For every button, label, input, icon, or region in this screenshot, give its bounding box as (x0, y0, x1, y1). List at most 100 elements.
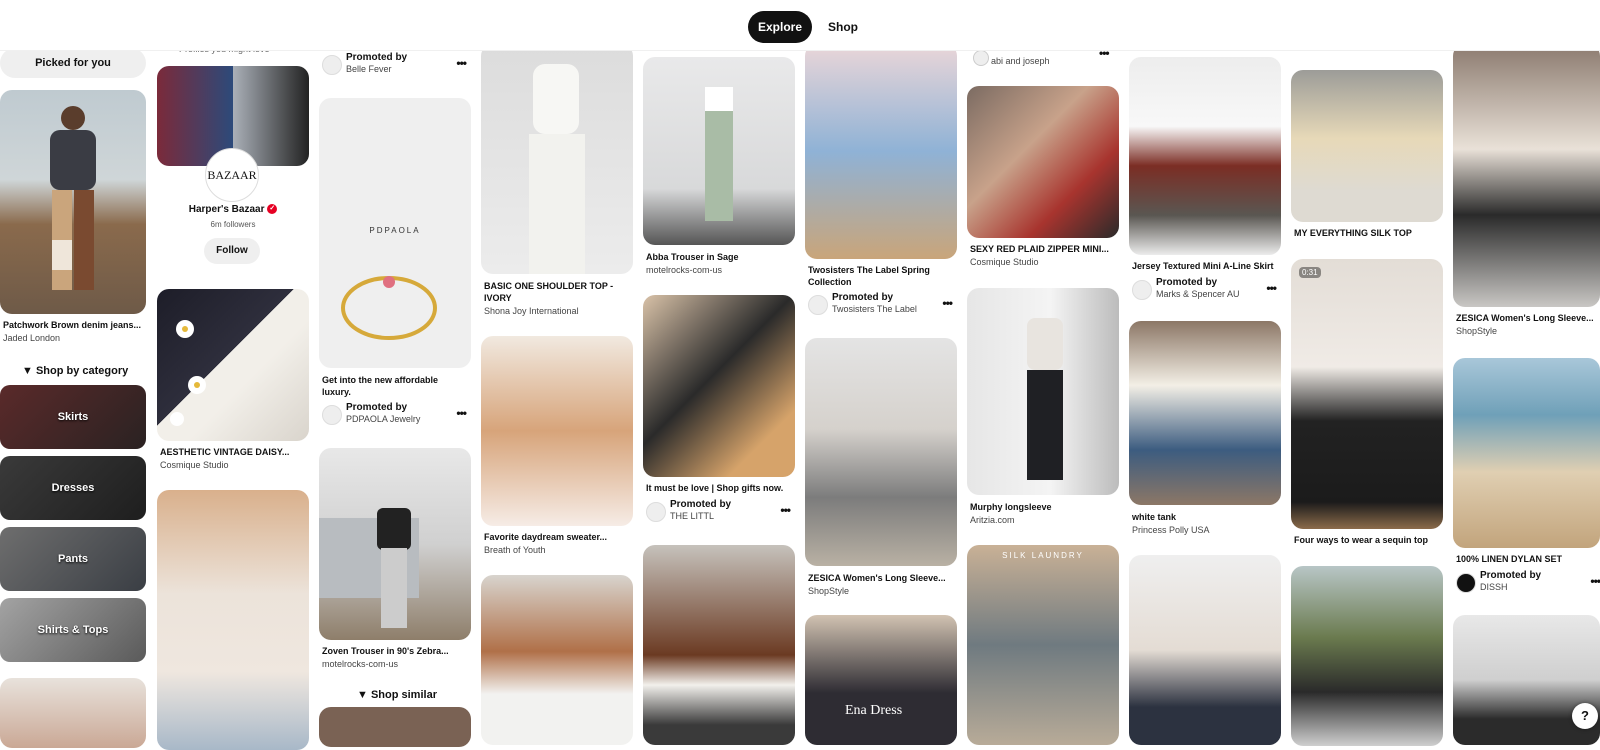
pin-image[interactable] (967, 288, 1119, 495)
pin-title[interactable]: AESTHETIC VINTAGE DAISY... (160, 447, 306, 457)
pin-image[interactable] (643, 57, 795, 245)
pin-image[interactable] (157, 289, 309, 441)
pin-title[interactable]: ZESICA Women's Long Sleeve... (808, 573, 954, 583)
help-button[interactable]: ? (1572, 703, 1598, 729)
video-pin-image[interactable]: 0:31 (1291, 259, 1443, 529)
pin-title-line1[interactable]: Get into the new affordable (322, 375, 468, 385)
category-skirts[interactable]: Skirts (0, 385, 146, 449)
pin-image[interactable] (157, 490, 309, 750)
advertiser-name: DISSH (1480, 582, 1508, 592)
pin-title-line1[interactable]: BASIC ONE SHOULDER TOP - (484, 281, 630, 291)
promoted-label: Promoted by (670, 499, 732, 510)
promoted-row[interactable]: Promoted by Twosisters The Label ••• (808, 292, 956, 316)
profile-followers: 6m followers (210, 220, 256, 229)
tab-shop[interactable]: Shop (818, 11, 868, 43)
pin-image[interactable] (967, 86, 1119, 238)
pin-image[interactable] (0, 90, 146, 314)
pin-image[interactable] (805, 338, 957, 566)
more-options-icon[interactable]: ••• (1266, 281, 1277, 295)
pin-image[interactable] (481, 575, 633, 745)
pin-figure (529, 64, 585, 274)
promoted-row[interactable]: Promoted by PDPAOLA Jewelry ••• (322, 402, 470, 426)
more-options-icon[interactable]: ••• (456, 406, 467, 420)
pin-title-line1[interactable]: Twosisters The Label Spring (808, 265, 954, 275)
pin-title[interactable]: Patchwork Brown denim jeans... (3, 320, 149, 330)
pin-image[interactable] (1453, 358, 1600, 548)
pin-title[interactable]: Murphy longsleeve (970, 502, 1116, 512)
promoted-row[interactable]: Promoted by Marks & Spencer AU ••• (1132, 277, 1280, 301)
pin-source[interactable]: Princess Polly USA (1132, 525, 1278, 535)
pin-source[interactable]: abi and joseph (991, 56, 1091, 66)
shop-similar-link[interactable]: ▼ Shop similar (357, 689, 437, 701)
pin-title[interactable]: Zoven Trouser in 90's Zebra... (322, 646, 468, 656)
daisy-pattern (170, 320, 206, 426)
pin-source[interactable]: motelrocks-com-us (322, 659, 468, 669)
pin-image[interactable] (805, 44, 957, 259)
pin-title-line2[interactable]: luxury. (322, 387, 468, 397)
pin-title[interactable]: MY EVERYTHING SILK TOP (1294, 228, 1440, 238)
advertiser-name: Twosisters The Label (832, 304, 917, 314)
pin-image[interactable]: PDPAOLA (319, 98, 471, 368)
profile-name-row[interactable]: Harper's Bazaar ✓ (157, 204, 309, 215)
category-dresses[interactable]: Dresses (0, 456, 146, 520)
pin-title[interactable]: 100% LINEN DYLAN SET (1456, 554, 1600, 564)
category-label: Shirts & Tops (37, 624, 109, 636)
category-shirts-tops[interactable]: Shirts & Tops (0, 598, 146, 662)
advertiser-avatar (322, 405, 342, 425)
pin-title[interactable]: SEXY RED PLAID ZIPPER MINI... (970, 244, 1116, 254)
pin-image[interactable] (1453, 44, 1600, 307)
pin-title[interactable]: Favorite daydream sweater... (484, 532, 630, 542)
pin-image[interactable] (1129, 321, 1281, 505)
tab-explore[interactable]: Explore (748, 11, 813, 43)
pin-title-line2[interactable]: Collection (808, 277, 954, 287)
more-options-icon[interactable]: ••• (456, 56, 467, 70)
pin-image[interactable] (1291, 566, 1443, 746)
category-label: Pants (58, 553, 88, 565)
pin-title[interactable]: It must be love | Shop gifts now. (646, 483, 792, 493)
picked-for-you-pill[interactable]: Picked for you (0, 48, 146, 78)
pin-image[interactable] (1291, 70, 1443, 222)
pin-title[interactable]: Jersey Textured Mini A-Line Skirt (1132, 261, 1278, 271)
more-options-icon[interactable]: ••• (1590, 574, 1600, 588)
pin-image[interactable] (319, 448, 471, 640)
pin-image[interactable] (643, 295, 795, 477)
pin-title[interactable]: Abba Trouser in Sage (646, 252, 792, 262)
pin-title[interactable]: Four ways to wear a sequin top (1294, 535, 1440, 545)
more-options-icon[interactable]: ••• (942, 296, 953, 310)
category-pants[interactable]: Pants (0, 527, 146, 591)
promoted-row[interactable]: Promoted by THE LITTL ••• (646, 499, 794, 523)
pin-image[interactable]: SILK LAUNDRY (967, 545, 1119, 745)
pin-image[interactable] (1129, 57, 1281, 255)
pin-image[interactable] (481, 44, 633, 274)
pin-image[interactable] (643, 545, 795, 745)
pin-source[interactable]: Shona Joy International (484, 306, 630, 316)
pin-source[interactable]: Breath of Youth (484, 545, 630, 555)
promoted-label: Promoted by (346, 52, 408, 63)
pin-title[interactable]: white tank (1132, 512, 1278, 522)
pin-image[interactable] (481, 336, 633, 526)
profile-avatar[interactable]: BAZAAR (205, 148, 259, 202)
follow-button[interactable]: Follow (204, 238, 260, 264)
pin-title-line2[interactable]: IVORY (484, 293, 630, 303)
pin-title[interactable]: ZESICA Women's Long Sleeve... (1456, 313, 1600, 323)
promoted-label: Promoted by (832, 292, 894, 303)
more-options-icon[interactable]: ••• (780, 503, 791, 517)
pin-source[interactable]: ShopStyle (808, 586, 954, 596)
pin-image[interactable]: Ena Dress (805, 615, 957, 745)
pin-source[interactable]: ShopStyle (1456, 326, 1600, 336)
category-label: Dresses (51, 482, 95, 494)
pin-image[interactable] (319, 707, 471, 747)
promoted-row[interactable]: Promoted by DISSH ••• (1456, 570, 1600, 594)
pin-image[interactable] (0, 678, 146, 748)
top-bar: Explore Shop (0, 0, 1600, 51)
pin-source[interactable]: Jaded London (3, 333, 149, 343)
pin-image[interactable] (1129, 555, 1281, 745)
advertiser-avatar (646, 502, 666, 522)
pin-source[interactable]: Cosmique Studio (970, 257, 1116, 267)
pin-source[interactable]: Aritzia.com (970, 515, 1116, 525)
pin-overlay-text: Ena Dress (845, 703, 903, 718)
pin-source[interactable]: Cosmique Studio (160, 460, 306, 470)
promoted-row[interactable]: Promoted by Belle Fever ••• (322, 52, 470, 76)
pin-source[interactable]: motelrocks-com-us (646, 265, 792, 275)
source-avatar[interactable] (973, 50, 989, 66)
